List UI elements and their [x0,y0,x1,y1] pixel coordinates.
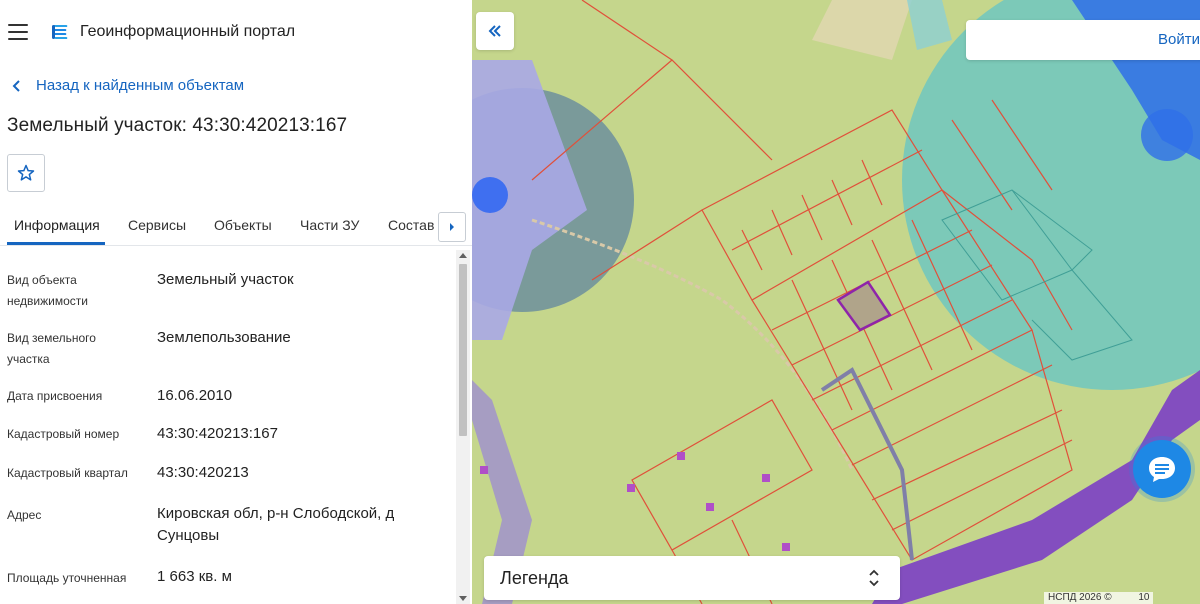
attribution-extra: 10 [1138,592,1150,603]
map-layers [472,0,1200,604]
property-value: 43:30:420213 [157,464,249,481]
chevron-right-icon [450,223,454,231]
property-value: 43:30:420213:167 [157,425,278,442]
back-link-label: Назад к найденным объектам [36,77,245,94]
login-button[interactable]: Войти [966,20,1200,60]
tab-information[interactable]: Информация [14,217,100,233]
property-value: 1 663 кв. м [157,568,232,585]
property-label: Вид объекта недвижимости [7,273,88,308]
portal-title: Геоинформационный портал [80,23,296,40]
property-value: Земельный участок [157,271,294,288]
property-value: Землепользование [157,329,291,346]
double-chevron-left-icon [488,25,501,37]
active-tab-indicator [7,242,105,245]
property-label: Дата присвоения [7,389,103,403]
property-value: 16.06.2010 [157,387,233,404]
map-attribution: НСПД 2026 © 10 [1044,592,1154,604]
collapse-panel-button[interactable] [476,12,514,50]
tab-bar: Информация Сервисы Объекты Части ЗУ Сост… [0,206,472,246]
chat-bubble-icon [1149,457,1175,482]
legend-label: Легенда [500,568,569,588]
property-label: Адрес [7,508,42,522]
object-title: Земельный участок: 43:30:420213:167 [7,115,348,136]
scrollbar-thumb[interactable] [459,264,467,436]
star-outline-icon [17,164,35,181]
chat-button[interactable] [1133,440,1191,498]
back-to-results-link[interactable]: Назад к найденным объектам [12,77,244,94]
map-canvas[interactable] [472,0,1200,604]
tab-objects[interactable]: Объекты [214,217,272,233]
hamburger-icon[interactable] [8,24,28,40]
login-label: Войти [1158,31,1200,48]
property-label: Площадь уточненная [7,571,127,585]
panel-scrollbar[interactable] [456,250,470,604]
property-value: Кировская обл, р-н Слободской, д Сунцовы [157,505,395,544]
tabs-scroll-right-button[interactable] [438,212,466,242]
unfold-icon [869,569,879,587]
scroll-up-arrow[interactable] [459,253,467,258]
info-panel: Геоинформационный портал Назад к найденн… [0,0,472,604]
favorite-button[interactable] [7,154,45,192]
portal-logo [52,25,68,39]
attribution-text: НСПД 2026 © [1048,592,1112,603]
tab-composition[interactable]: Состав [388,217,434,233]
tab-services[interactable]: Сервисы [128,217,186,233]
chevron-left-icon [12,79,20,92]
legend-dropdown[interactable]: Легенда [484,556,900,600]
property-label: Кадастровый квартал [7,466,128,480]
property-label: Вид земельного участка [7,331,96,366]
tab-land-parts[interactable]: Части ЗУ [300,217,359,233]
scroll-down-arrow[interactable] [459,596,467,601]
property-label: Кадастровый номер [7,427,120,441]
